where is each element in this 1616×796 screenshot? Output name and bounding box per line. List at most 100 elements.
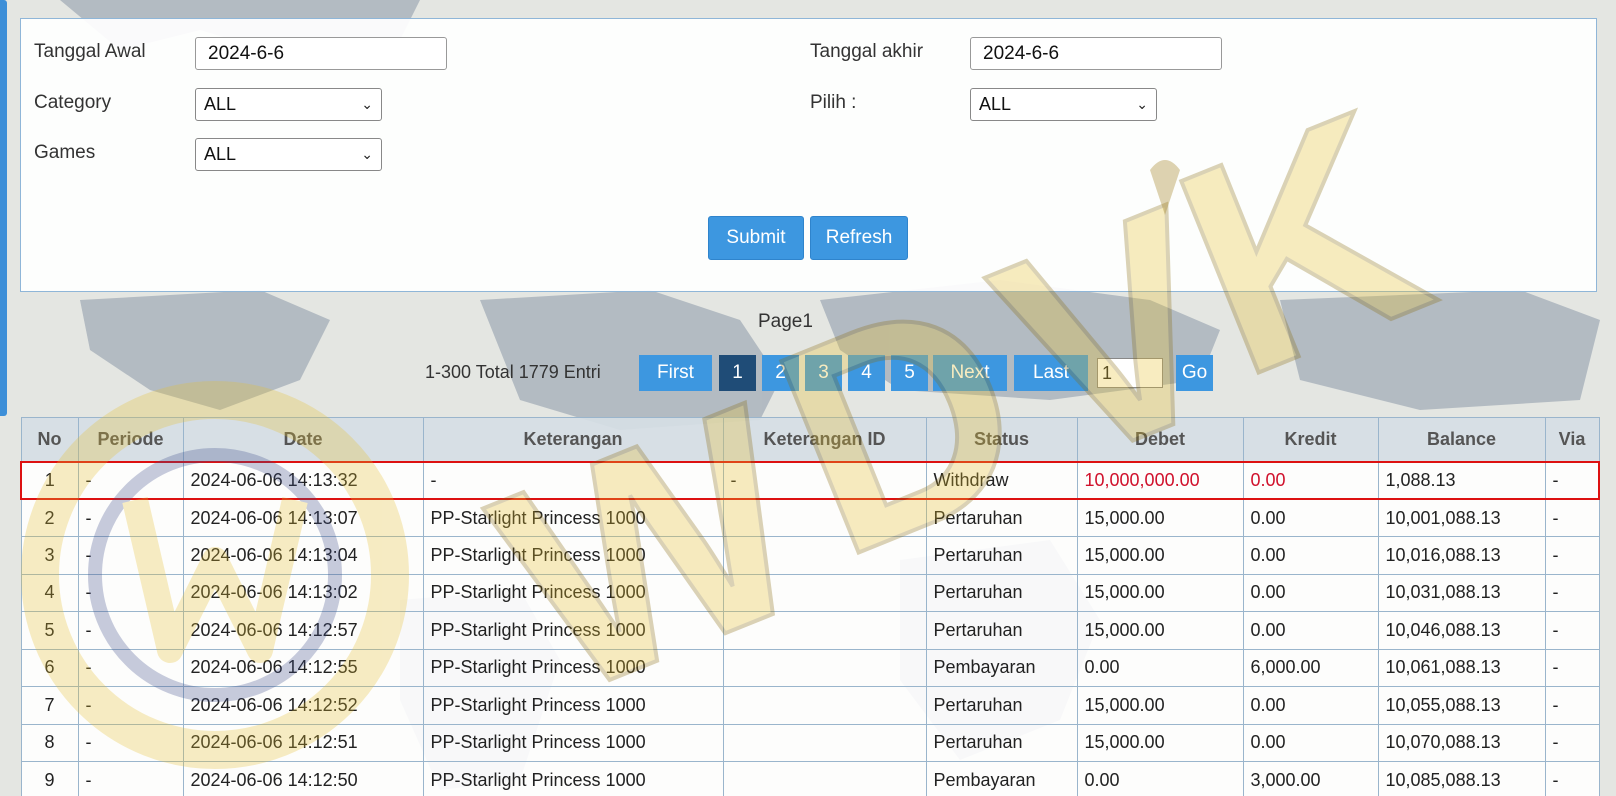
cell-kredit: 0.00 xyxy=(1242,536,1379,575)
cell-status: Pertaruhan xyxy=(925,573,1078,612)
table-row[interactable]: 9-2024-06-06 14:12:50 PP-Starlight Prince… xyxy=(20,761,1600,796)
cell-periode: - xyxy=(77,648,184,687)
cell-debet: 15,000.00 xyxy=(1076,536,1244,575)
cell-via: - xyxy=(1544,686,1600,725)
end-date-input[interactable]: 2024-6-6 xyxy=(970,37,1222,70)
filter-panel: Tanggal Awal 2024-6-6 Tanggal akhir 2024… xyxy=(20,18,1597,292)
cell-date: 2024-06-06 14:12:52 xyxy=(182,686,424,725)
cell-keterangan-id xyxy=(722,686,927,725)
col-header-keterangan[interactable]: Keterangan xyxy=(422,417,724,462)
cell-debet: 0.00 xyxy=(1076,761,1244,796)
table-row[interactable]: 7-2024-06-06 14:12:52 PP-Starlight Prince… xyxy=(20,686,1600,725)
cell-via: - xyxy=(1544,611,1600,650)
col-header-no[interactable]: No xyxy=(20,417,79,462)
cell-date: 2024-06-06 14:12:50 xyxy=(182,761,424,796)
next-page-button[interactable]: Next xyxy=(933,355,1007,391)
cell-date: 2024-06-06 14:13:07 xyxy=(182,498,424,537)
cell-kredit: 0.00 xyxy=(1242,573,1379,612)
cell-keterangan: PP-Starlight Princess 1000 xyxy=(422,573,724,612)
cell-periode: - xyxy=(77,536,184,575)
cell-kredit: 6,000.00 xyxy=(1242,648,1379,687)
col-header-date[interactable]: Date xyxy=(182,417,424,462)
cell-periode: - xyxy=(77,498,184,537)
col-header-kredit[interactable]: Kredit xyxy=(1242,417,1379,462)
cell-debet: 0.00 xyxy=(1076,648,1244,687)
games-label: Games xyxy=(34,142,96,163)
cell-via: - xyxy=(1544,761,1600,796)
cell-no: 3 xyxy=(20,536,79,575)
cell-keterangan: PP-Starlight Princess 1000 xyxy=(422,611,724,650)
cell-date: 2024-06-06 14:12:51 xyxy=(182,723,424,762)
table-row[interactable]: 6-2024-06-06 14:12:55 PP-Starlight Prince… xyxy=(20,648,1600,687)
col-header-periode[interactable]: Periode xyxy=(77,417,184,462)
table-row[interactable]: 2-2024-06-06 14:13:07 PP-Starlight Prince… xyxy=(20,498,1600,537)
category-select[interactable]: ALL ⌄ xyxy=(195,88,382,121)
go-button[interactable]: Go xyxy=(1176,355,1213,391)
page-button-2[interactable]: 2 xyxy=(762,355,799,391)
table-row[interactable]: 1-2024-06-06 14:13:32- - Withdraw 10,000,00… xyxy=(20,460,1600,500)
cell-kredit: 0.00 xyxy=(1242,498,1379,537)
pilih-label: Pilih : xyxy=(810,92,857,113)
cell-balance: 1,088.13 xyxy=(1377,460,1546,500)
cell-periode: - xyxy=(77,611,184,650)
cell-date: 2024-06-06 14:12:55 xyxy=(182,648,424,687)
start-date-input[interactable]: 2024-6-6 xyxy=(195,37,447,70)
cell-balance: 10,085,088.13 xyxy=(1377,761,1546,796)
col-header-balance[interactable]: Balance xyxy=(1377,417,1546,462)
table-row[interactable]: 3-2024-06-06 14:13:04 PP-Starlight Prince… xyxy=(20,536,1600,575)
table-row[interactable]: 4-2024-06-06 14:13:02 PP-Starlight Prince… xyxy=(20,573,1600,612)
cell-via: - xyxy=(1544,723,1600,762)
cell-status: Pembayaran xyxy=(925,648,1078,687)
col-header-via[interactable]: Via xyxy=(1544,417,1600,462)
table-row[interactable]: 5-2024-06-06 14:12:57 PP-Starlight Prince… xyxy=(20,611,1600,650)
cell-status: Pembayaran xyxy=(925,761,1078,796)
last-page-button[interactable]: Last xyxy=(1014,355,1088,391)
page-button-5[interactable]: 5 xyxy=(891,355,928,391)
cell-keterangan-id xyxy=(722,648,927,687)
page-button-3[interactable]: 3 xyxy=(805,355,842,391)
table-row[interactable]: 8-2024-06-06 14:12:51 PP-Starlight Prince… xyxy=(20,723,1600,762)
cell-debet: 15,000.00 xyxy=(1076,723,1244,762)
transactions-table: No Periode Date Keterangan Keterangan ID… xyxy=(20,417,1600,796)
cell-status: Withdraw xyxy=(925,460,1078,500)
col-header-debet[interactable]: Debet xyxy=(1076,417,1244,462)
cell-date: 2024-06-06 14:13:32 xyxy=(182,460,424,500)
cell-balance: 10,055,088.13 xyxy=(1377,686,1546,725)
cell-status: Pertaruhan xyxy=(925,686,1078,725)
cell-periode: - xyxy=(77,460,184,500)
games-select[interactable]: ALL ⌄ xyxy=(195,138,382,171)
cell-keterangan-id xyxy=(722,761,927,796)
end-date-label: Tanggal akhir xyxy=(810,41,924,62)
cell-balance: 10,031,088.13 xyxy=(1377,573,1546,612)
cell-keterangan: PP-Starlight Princess 1000 xyxy=(422,648,724,687)
cell-periode: - xyxy=(77,723,184,762)
cell-date: 2024-06-06 14:13:02 xyxy=(182,573,424,612)
submit-button[interactable]: Submit xyxy=(708,216,804,260)
col-header-status[interactable]: Status xyxy=(925,417,1078,462)
col-header-keterangan-id[interactable]: Keterangan ID xyxy=(722,417,927,462)
start-date-label: Tanggal Awal xyxy=(34,41,146,62)
first-page-button[interactable]: First xyxy=(639,355,712,391)
cell-kredit: 0.00 xyxy=(1242,460,1379,500)
cell-balance: 10,001,088.13 xyxy=(1377,498,1546,537)
goto-page-input[interactable]: 1 xyxy=(1097,358,1163,388)
pilih-select-value: ALL xyxy=(979,94,1012,114)
cell-keterangan: PP-Starlight Princess 1000 xyxy=(422,498,724,537)
cell-no: 8 xyxy=(20,723,79,762)
refresh-button[interactable]: Refresh xyxy=(810,216,908,260)
cell-periode: - xyxy=(77,686,184,725)
page-button-1[interactable]: 1 xyxy=(719,355,756,391)
category-label: Category xyxy=(34,92,112,113)
cell-keterangan: PP-Starlight Princess 1000 xyxy=(422,536,724,575)
cell-balance: 10,070,088.13 xyxy=(1377,723,1546,762)
pilih-select[interactable]: ALL ⌄ xyxy=(970,88,1157,121)
cell-keterangan: - xyxy=(422,460,724,500)
cell-date: 2024-06-06 14:12:57 xyxy=(182,611,424,650)
category-select-value: ALL xyxy=(204,94,237,114)
cell-status: Pertaruhan xyxy=(925,536,1078,575)
cell-keterangan-id xyxy=(722,723,927,762)
cell-kredit: 0.00 xyxy=(1242,611,1379,650)
left-accent-bar xyxy=(0,0,7,416)
page-button-4[interactable]: 4 xyxy=(848,355,885,391)
table-header-row: No Periode Date Keterangan Keterangan ID… xyxy=(20,417,1600,462)
